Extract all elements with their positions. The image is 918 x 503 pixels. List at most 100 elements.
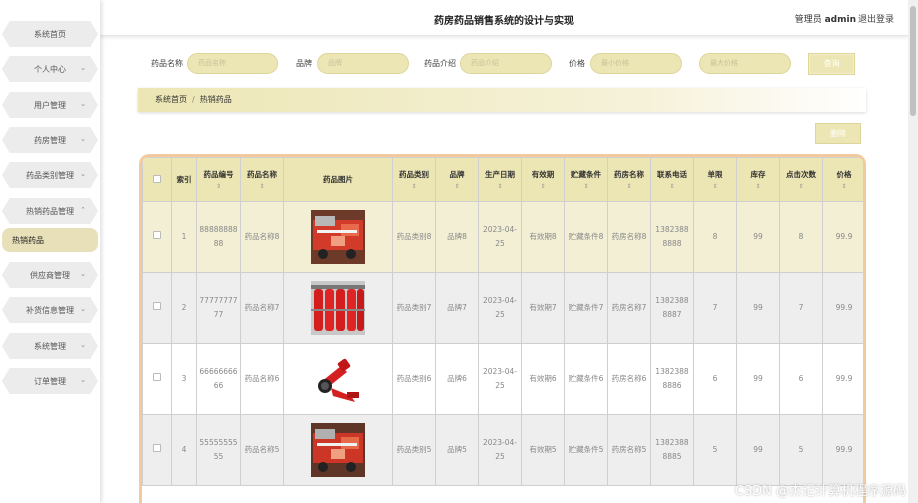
col-header-phone[interactable]: 联系电话 ⇕ [650, 157, 694, 202]
sidebar-item-restock[interactable]: 补货信息管理 ⌄ [2, 297, 98, 323]
col-header-pharmacy[interactable]: 药房名称 ⇕ [607, 157, 651, 202]
query-button[interactable]: 查询 [808, 53, 855, 75]
search-intro-input[interactable]: 药品介绍 [460, 53, 552, 74]
col-header-price[interactable]: 价格 ⇕ [822, 157, 864, 202]
sidebar-item-profile[interactable]: 个人中心 ⌄ [2, 56, 98, 82]
cell-phone: 13823888888 [650, 201, 694, 273]
cell-storage: 贮藏条件7 [564, 272, 608, 344]
col-header-storage[interactable]: 贮藏条件 ⇕ [564, 157, 608, 202]
cell-category: 药品类别8 [392, 201, 436, 273]
cell-price: 99.9 [822, 343, 863, 415]
chevron-down-icon: ⌄ [80, 135, 86, 143]
sidebar-item-system[interactable]: 系统管理 ⌄ [2, 333, 98, 359]
sidebar-item-home[interactable]: 系统首页 [2, 21, 98, 47]
row-checkbox[interactable] [153, 302, 161, 310]
fire-monitor-image[interactable] [311, 352, 365, 406]
cell-image [283, 343, 393, 415]
col-header-stock[interactable]: 库存 ⇕ [736, 157, 780, 202]
cell-limit: 8 [693, 201, 737, 273]
sidebar-item-category[interactable]: 药品类别管理 ⌄ [2, 162, 98, 188]
sort-icon[interactable]: ⇕ [437, 183, 478, 190]
cell-code: 8888888888 [196, 201, 241, 273]
cell-phone: 13823888886 [650, 343, 694, 415]
sidebar-item-label: 用户管理 [34, 100, 66, 110]
chevron-down-icon: ⌄ [80, 170, 86, 178]
col-header-label: 价格 [836, 170, 852, 179]
chevron-down-icon: ⌄ [80, 100, 86, 108]
user-info: 管理员 admin [795, 12, 856, 25]
sidebar-item-pharmacy[interactable]: 药房管理 ⌄ [2, 127, 98, 153]
sidebar-item-supplier[interactable]: 供应商管理 ⌄ [2, 262, 98, 288]
sort-icon[interactable]: ⇕ [198, 183, 240, 190]
search-brand-label: 品牌 [296, 59, 312, 68]
col-header-date[interactable]: 生产日期 ⇕ [478, 157, 522, 202]
col-header-limit[interactable]: 单限 ⇕ [693, 157, 737, 202]
search-name-label: 药品名称 [151, 59, 183, 68]
cell-brand: 品牌6 [435, 343, 479, 415]
gas-cylinders-image[interactable] [311, 281, 365, 335]
cell-clicks: 7 [779, 272, 823, 344]
col-header-clicks[interactable]: 点击次数 ⇕ [779, 157, 823, 202]
cell-brand: 品牌8 [435, 201, 479, 273]
sidebar-item-orders[interactable]: 订单管理 ⌄ [2, 368, 98, 394]
search-price-max-input[interactable]: 最大价格 [699, 53, 791, 74]
breadcrumb-home[interactable]: 系统首页 [155, 95, 187, 104]
cell-image [283, 272, 393, 344]
search-price-min-input[interactable]: 最小价格 [590, 53, 682, 74]
sort-icon[interactable]: ⇕ [523, 183, 564, 190]
sort-icon[interactable]: ⇕ [566, 183, 607, 190]
chevron-down-icon: ⌄ [80, 341, 86, 349]
sort-icon[interactable]: ⇕ [738, 183, 779, 190]
row-checkbox-cell [142, 414, 172, 486]
cell-validity: 有效期8 [521, 201, 565, 273]
cell-clicks: 8 [779, 201, 823, 273]
table-row[interactable]: 4 5555555555 药品名称5 药品类别5 品牌5 2023-04-25 … [142, 414, 863, 486]
col-header-brand[interactable]: 品牌 ⇕ [435, 157, 479, 202]
sort-icon[interactable]: ⇕ [242, 183, 283, 190]
sort-icon[interactable]: ⇕ [480, 183, 521, 190]
cell-date: 2023-04-25 [478, 201, 522, 273]
search-brand-input[interactable]: 品牌 [317, 53, 409, 74]
col-header-image: 药品图片 [283, 157, 393, 202]
col-header-code[interactable]: 药品编号 ⇕ [196, 157, 241, 202]
col-header-name[interactable]: 药品名称 ⇕ [240, 157, 284, 202]
cell-index: 2 [171, 272, 197, 344]
row-checkbox[interactable] [153, 444, 161, 452]
table-row[interactable]: 2 7777777777 药品名称7 药品类别7 品牌7 2023-04-25 … [142, 272, 863, 344]
sidebar-item-label: 个人中心 [34, 64, 66, 74]
sort-icon[interactable]: ⇕ [652, 183, 693, 190]
col-header-label: 贮藏条件 [571, 170, 601, 179]
row-checkbox[interactable] [153, 231, 161, 239]
select-all-checkbox[interactable] [153, 174, 161, 183]
col-header-category[interactable]: 药品类别 ⇕ [392, 157, 436, 202]
breadcrumb: 系统首页 / 热销药品 [138, 88, 866, 112]
sidebar-item-hot-drugs[interactable]: 热销药品 [2, 228, 98, 252]
sort-icon[interactable]: ⇕ [781, 183, 822, 190]
cell-storage: 贮藏条件5 [564, 414, 608, 486]
cell-phone: 13823888885 [650, 414, 694, 486]
cell-name: 药品名称7 [240, 272, 284, 344]
scrollbar-thumb[interactable] [910, 6, 916, 116]
fire-truck-image[interactable] [311, 423, 365, 477]
cell-pharmacy: 药房名称8 [607, 201, 651, 273]
search-price-label: 价格 [569, 59, 585, 68]
row-checkbox[interactable] [153, 373, 161, 381]
page-scrollbar[interactable] [908, 0, 918, 503]
sidebar-item-users[interactable]: 用户管理 ⌄ [2, 92, 98, 118]
sort-icon[interactable]: ⇕ [695, 183, 736, 190]
sort-icon[interactable]: ⇕ [609, 183, 650, 190]
sort-icon[interactable]: ⇕ [394, 183, 435, 190]
top-header: 药房药品销售系统的设计与实现 管理员 admin 退出登录 [100, 0, 908, 36]
col-header-validity[interactable]: 有效期 ⇕ [521, 157, 565, 202]
sidebar-item-hot-drugs-admin[interactable]: 热销药品管理 ⌃ [2, 198, 98, 224]
table-row[interactable]: 1 8888888888 药品名称8 药品类别8 品牌8 2023-04-25 … [142, 201, 863, 273]
search-name-input[interactable]: 药品名称 [187, 53, 278, 74]
logout-link[interactable]: 退出登录 [858, 12, 894, 25]
row-checkbox-cell [142, 201, 172, 273]
fire-truck-image[interactable] [311, 210, 365, 264]
sidebar-item-label: 系统管理 [34, 341, 66, 351]
delete-button[interactable]: 删除 [815, 123, 861, 144]
col-header-label: 生产日期 [485, 170, 515, 179]
table-row[interactable]: 3 6666666666 药品名称6 药品类别6 品牌6 2023-04-25 … [142, 343, 863, 415]
sort-icon[interactable]: ⇕ [824, 183, 864, 190]
